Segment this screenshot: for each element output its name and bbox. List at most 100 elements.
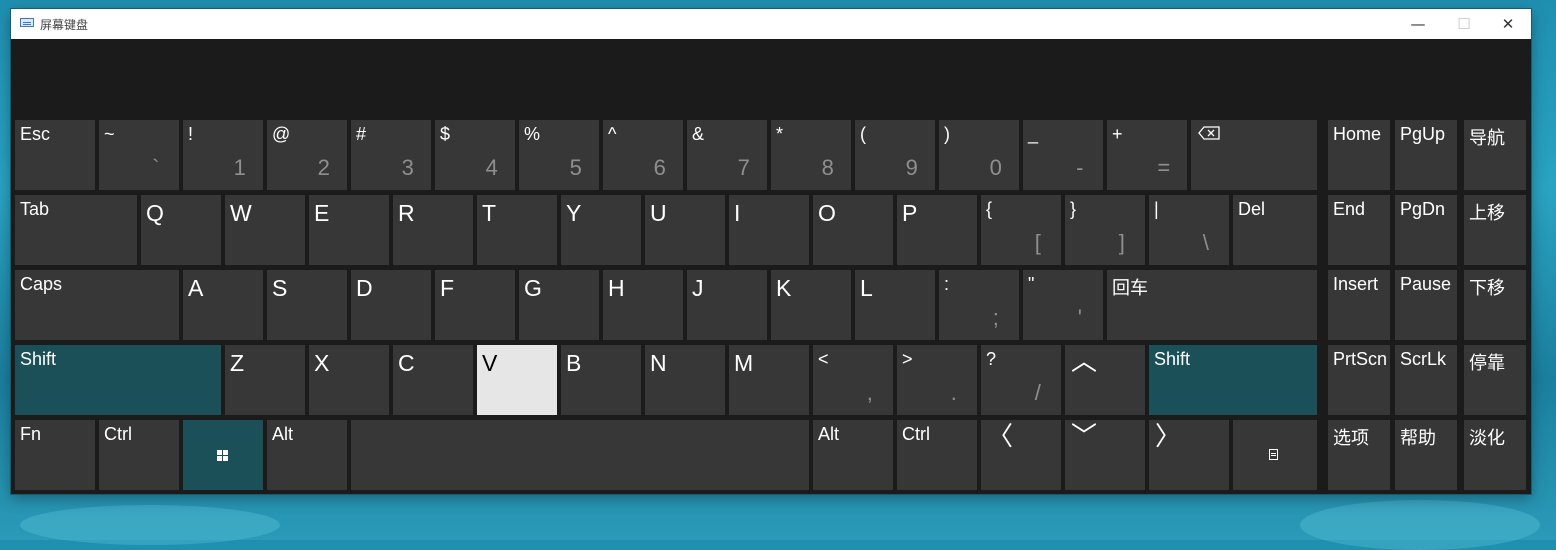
key-lctrl[interactable]: Ctrl [99,420,179,490]
key-right[interactable]: 〉 [1149,420,1229,490]
close-button[interactable]: ✕ [1485,9,1531,39]
key-y[interactable]: Y [561,195,641,265]
key-tab[interactable]: Tab [15,195,137,265]
key-f[interactable]: F [435,270,515,340]
key-insert[interactable]: Insert [1328,270,1390,340]
key-move-up[interactable]: 上移 [1464,195,1526,265]
key-esc[interactable]: Esc [15,120,95,190]
key-x[interactable]: X [309,345,389,415]
key-e[interactable]: E [309,195,389,265]
key-9[interactable]: (9 [855,120,935,190]
key-r[interactable]: R [393,195,473,265]
key-left[interactable]: 〈 [981,420,1061,490]
key-5[interactable]: % 5 [519,120,599,190]
key-2[interactable]: @2 [267,120,347,190]
key-label: Z [230,350,245,376]
key-minus[interactable]: _ - [1023,120,1103,190]
minimize-button[interactable]: — [1395,9,1441,39]
key-d[interactable]: D [351,270,431,340]
key-pipe[interactable]: | \ [1149,195,1229,265]
key-enter[interactable]: 回车 [1107,270,1317,340]
key-label: ^ [608,124,617,144]
key-1[interactable]: ! 1 [183,120,263,190]
key-label: { [986,199,993,219]
key-del[interactable]: Del [1233,195,1317,265]
key-rshift[interactable]: Shift [1149,345,1317,415]
key-label: R [398,200,415,226]
key-lshift[interactable]: Shift [15,345,221,415]
key-secondary-label: ' [1077,305,1082,330]
key-dock[interactable]: 停靠 [1464,345,1526,415]
key-ralt[interactable]: Alt [813,420,893,490]
key-label: Y [566,200,582,226]
key-up[interactable]: ︿ [1065,345,1145,415]
key-gt[interactable]: >. [897,345,977,415]
key-label: U [650,200,667,226]
maximize-button[interactable]: ☐ [1441,9,1487,39]
key-prtscn[interactable]: PrtScn [1328,345,1390,415]
key-space[interactable] [351,420,809,490]
key-6[interactable]: ^ 6 [603,120,683,190]
key-m[interactable]: M [729,345,809,415]
key-label: Home [1333,124,1382,144]
key-move-down[interactable]: 下移 [1464,270,1526,340]
key-u[interactable]: U [645,195,725,265]
key-0[interactable]: ) 0 [939,120,1019,190]
key-w[interactable]: W [225,195,305,265]
key-tilde[interactable]: ~ ` [99,120,179,190]
key-a[interactable]: A [183,270,263,340]
key-c[interactable]: C [393,345,473,415]
key-8[interactable]: * 8 [771,120,851,190]
key-rbrace[interactable]: }] [1065,195,1145,265]
key-equals[interactable]: + = [1107,120,1187,190]
key-colon[interactable]: :; [939,270,1019,340]
key-menu[interactable] [1233,420,1317,490]
key-i[interactable]: I [729,195,809,265]
key-backspace[interactable] [1191,120,1317,190]
key-fade[interactable]: 淡化 [1464,420,1526,490]
key-t[interactable]: T [477,195,557,265]
key-7[interactable]: & 7 [687,120,767,190]
key-g[interactable]: G [519,270,599,340]
key-secondary-label: 3 [401,155,414,180]
key-label: } [1070,199,1077,219]
key-pgdn[interactable]: PgDn [1395,195,1457,265]
key-z[interactable]: Z [225,345,305,415]
key-p[interactable]: P [897,195,977,265]
key-quote[interactable]: " ' [1023,270,1103,340]
key-n[interactable]: N [645,345,725,415]
key-home[interactable]: Home [1328,120,1390,190]
key-v[interactable]: V [477,345,557,415]
key-secondary-label: / [1034,380,1041,405]
key-secondary-label: - [1076,155,1084,180]
key-o[interactable]: O [813,195,893,265]
key-pgup[interactable]: PgUp [1395,120,1457,190]
key-3[interactable]: #3 [351,120,431,190]
key-end[interactable]: End [1328,195,1390,265]
key-b[interactable]: B [561,345,641,415]
key-j[interactable]: J [687,270,767,340]
key-4[interactable]: $4 [435,120,515,190]
key-rctrl[interactable]: Ctrl [897,420,977,490]
key-q[interactable]: Q [141,195,221,265]
key-k[interactable]: K [771,270,851,340]
key-navigate[interactable]: 导航 [1464,120,1526,190]
key-lbrace[interactable]: {[ [981,195,1061,265]
key-options[interactable]: 选项 [1328,420,1390,490]
key-fn[interactable]: Fn [15,420,95,490]
key-h[interactable]: H [603,270,683,340]
title-bar[interactable]: 屏幕键盘 — ☐ ✕ [11,9,1531,39]
arrow-right-icon: 〉 [1155,422,1182,452]
key-l[interactable]: L [855,270,935,340]
key-win[interactable] [183,420,263,490]
key-s[interactable]: S [267,270,347,340]
key-caps[interactable]: Caps [15,270,179,340]
key-question[interactable]: ? / [981,345,1061,415]
key-down[interactable]: ﹀ [1065,420,1145,490]
key-pause[interactable]: Pause [1395,270,1457,340]
key-help[interactable]: 帮助 [1395,420,1457,490]
key-label: Ctrl [104,424,132,444]
key-scrlk[interactable]: ScrLk [1395,345,1457,415]
key-lalt[interactable]: Alt [267,420,347,490]
key-lt[interactable]: <, [813,345,893,415]
